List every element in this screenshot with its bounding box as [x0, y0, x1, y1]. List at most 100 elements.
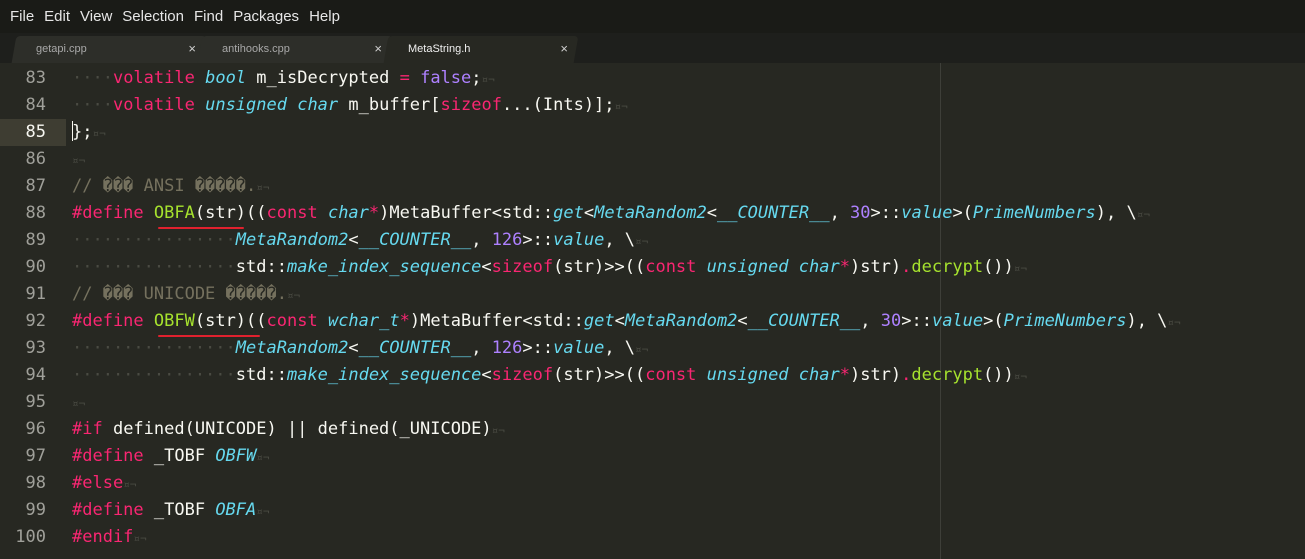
error-squiggle [158, 227, 244, 229]
menu-find[interactable]: Find [189, 0, 228, 33]
eol-marker: ¤¬ [1136, 208, 1150, 221]
eol-marker: ¤¬ [635, 235, 649, 248]
code-line[interactable]: 85};¤¬ [0, 119, 1305, 146]
code-line[interactable]: 87 // ��� ANSI �����.¤¬ [0, 173, 1305, 200]
code-line[interactable]: 95 ¤¬ [0, 389, 1305, 416]
code-token: get [553, 203, 584, 223]
line-number: 93 [25, 338, 46, 358]
eol-marker: ¤¬ [491, 424, 505, 437]
code-token: value [931, 311, 984, 331]
code-line[interactable]: 90 ················std::make_index_sequen… [0, 254, 1305, 281]
line-number: 86 [25, 149, 46, 169]
line-number: 85 [25, 122, 46, 142]
code-token: char [327, 203, 369, 223]
eol-marker: ¤¬ [286, 289, 301, 302]
code-token: m_isDecrypted [246, 68, 400, 88]
tab-metastring[interactable]: MetaString.h × [383, 36, 579, 63]
code-token: make_index_sequence [286, 365, 482, 385]
code-token: __COUNTER__ [358, 338, 472, 358]
code-text: ····volatile bool m_isDecrypted = false;… [72, 65, 495, 93]
code-line[interactable]: 89 ················MetaRandom2<__COUNTER_… [0, 227, 1305, 254]
code-line[interactable]: 100 #endif¤¬ [0, 524, 1305, 551]
code-line[interactable]: 97 #define _TOBF OBFW¤¬ [0, 443, 1305, 470]
code-editor[interactable]: 83 ····volatile bool m_isDecrypted = fals… [0, 63, 1305, 559]
code-token: MetaRandom2 [594, 203, 707, 223]
code-token: PrimeNumbers [1003, 311, 1127, 331]
code-token: m_buffer[ [338, 95, 441, 115]
whitespace-marker: ················ [72, 365, 236, 385]
text-cursor [72, 121, 73, 141]
code-line[interactable]: 94 ················std::make_index_sequen… [0, 362, 1305, 389]
code-token: , \ [604, 230, 636, 250]
code-token: >:: [901, 311, 932, 331]
whitespace-marker: ················ [72, 338, 236, 358]
close-icon[interactable]: × [560, 41, 568, 56]
code-token: ...(Ints)]; [501, 95, 615, 115]
menu-view[interactable]: View [75, 0, 117, 33]
code-line[interactable]: 86 ¤¬ [0, 146, 1305, 173]
code-line[interactable]: 99 #define _TOBF OBFA¤¬ [0, 497, 1305, 524]
eol-marker: ¤¬ [256, 451, 270, 464]
code-token: < [348, 230, 359, 250]
code-token: (str)>>(( [553, 257, 646, 277]
code-text: #endif¤¬ [72, 524, 147, 552]
eol-marker: ¤¬ [481, 73, 495, 86]
code-line[interactable]: 96 #if defined(UNICODE) || defined(_UNICO… [0, 416, 1305, 443]
code-token: ; [471, 68, 482, 88]
code-token: ), \ [1095, 203, 1137, 223]
close-icon[interactable]: × [374, 41, 382, 56]
eol-marker: ¤¬ [614, 100, 628, 113]
code-token: wchar_t [327, 311, 400, 331]
code-token: __COUNTER__ [747, 311, 861, 331]
eol-marker: ¤¬ [72, 154, 86, 167]
code-token: volatile [112, 68, 195, 88]
whitespace-marker: ···· [72, 68, 113, 88]
code-token: #define [72, 203, 144, 223]
code-text: // ��� UNICODE �����.¤¬ [72, 281, 300, 309]
line-number: 92 [25, 311, 46, 331]
code-token: * [368, 203, 380, 223]
code-token: #else [72, 473, 124, 493]
tab-antihooks[interactable]: antihooks.cpp × [197, 36, 393, 63]
menu-edit[interactable]: Edit [39, 0, 75, 33]
code-token: 126 [491, 338, 523, 358]
code-token: sizeof [440, 95, 502, 115]
code-line[interactable]: 84 ····volatile unsigned char m_buffer[si… [0, 92, 1305, 119]
menu-file[interactable]: File [0, 0, 39, 33]
code-token: 30 [850, 203, 871, 223]
code-token: )str) [849, 365, 902, 385]
code-token: , [860, 311, 881, 331]
line-number: 84 [25, 95, 46, 115]
code-token: ()) [983, 365, 1014, 385]
code-line[interactable]: 92 #define OBFW(str)((const wchar_t*)Meta… [0, 308, 1305, 335]
menu-selection[interactable]: Selection [117, 0, 189, 33]
code-token: MetaRandom2 [624, 311, 738, 331]
code-token: * [839, 257, 850, 277]
code-token: , \ [604, 338, 636, 358]
code-text: ¤¬ [72, 389, 85, 417]
tab-getapi[interactable]: getapi.cpp × [11, 36, 207, 63]
code-line[interactable]: 93 ················MetaRandom2<__COUNTER_… [0, 335, 1305, 362]
code-token: #define [72, 311, 144, 331]
code-token: MetaRandom2 [235, 338, 349, 358]
code-line[interactable]: 88 #define OBFA(str)((const char*)MetaBuf… [0, 200, 1305, 227]
menu-packages[interactable]: Packages [228, 0, 304, 33]
code-token: ), \ [1126, 311, 1168, 331]
menu-help[interactable]: Help [304, 0, 345, 33]
code-line[interactable]: 83 ····volatile bool m_isDecrypted = fals… [0, 65, 1305, 92]
eol-marker: ¤¬ [256, 181, 270, 194]
code-token: = [399, 68, 410, 88]
code-text: #define _TOBF OBFA¤¬ [72, 497, 270, 525]
close-icon[interactable]: × [188, 41, 196, 56]
code-line[interactable]: 98 #else¤¬ [0, 470, 1305, 497]
whitespace-marker: ···· [72, 95, 113, 115]
code-token: __COUNTER__ [358, 230, 472, 250]
code-line[interactable]: 91 // ��� UNICODE �����.¤¬ [0, 281, 1305, 308]
code-token: value [553, 230, 605, 250]
code-token: volatile [112, 95, 195, 115]
code-token: . [901, 365, 912, 385]
tab-bar: getapi.cpp × antihooks.cpp × MetaString.… [0, 33, 1305, 63]
code-token: < [481, 257, 492, 277]
